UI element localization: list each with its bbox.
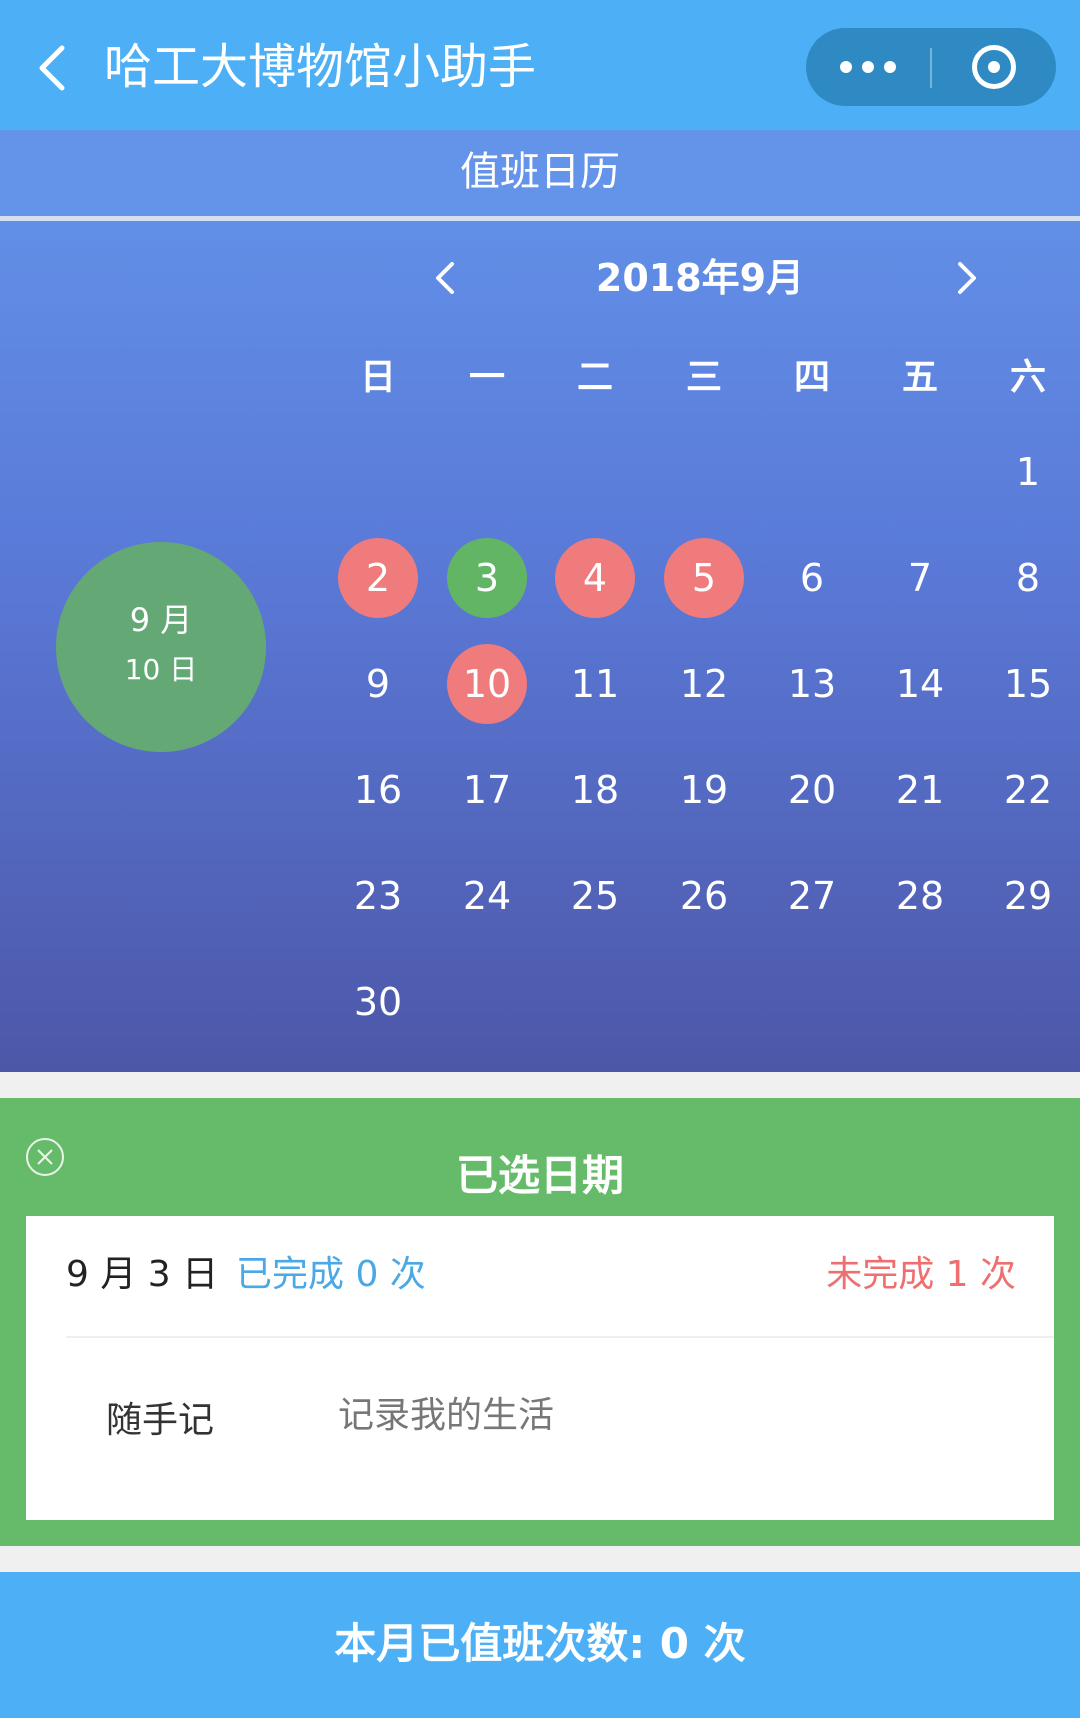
chevron-right-icon: [958, 262, 976, 294]
calendar-day[interactable]: 17: [447, 750, 527, 830]
selected-date-panel: 已选日期 9 月 3 日 已完成 0 次 未完成 1 次 随手记: [0, 1098, 1080, 1546]
calendar-day[interactable]: 12: [664, 644, 744, 724]
weekday-thu: 四: [793, 357, 830, 398]
prev-month-button[interactable]: [426, 248, 466, 308]
calendar-day[interactable]: 21: [880, 750, 960, 830]
calendar-day[interactable]: 16: [338, 750, 418, 830]
calendar-day[interactable]: 8: [988, 538, 1068, 618]
chevron-left-icon: [436, 262, 454, 294]
calendar-day[interactable]: 27: [772, 856, 852, 936]
calendar-day[interactable]: 18: [555, 750, 635, 830]
calendar-title: 值班日历: [460, 149, 620, 195]
calendar-day[interactable]: 13: [772, 644, 852, 724]
calendar-day[interactable]: 20: [772, 750, 852, 830]
calendar-day[interactable]: 19: [664, 750, 744, 830]
calendar-day[interactable]: 29: [988, 856, 1068, 936]
weekday-sun: 日: [359, 357, 396, 398]
calendar-day[interactable]: 24: [447, 856, 527, 936]
selected-date-card: 9 月 3 日 已完成 0 次 未完成 1 次 随手记: [26, 1216, 1054, 1520]
current-month-label: 9 月: [129, 601, 193, 639]
uncompleted-count: 未完成 1 次: [826, 1254, 1016, 1295]
calendar-day[interactable]: 6: [772, 538, 852, 618]
calendar-day[interactable]: 7: [880, 538, 960, 618]
weekday-sat: 六: [1009, 357, 1046, 398]
menu-capsule: [806, 28, 1056, 106]
monthly-summary-bar: 本月已值班次数: 0 次: [0, 1572, 1080, 1718]
calendar-day[interactable]: 11: [555, 644, 635, 724]
calendar-day[interactable]: 30: [338, 962, 418, 1042]
calendar-day[interactable]: 1: [988, 432, 1068, 512]
completed-count: 已完成 0 次: [236, 1254, 426, 1295]
calendar-day[interactable]: 28: [880, 856, 960, 936]
calendar-day[interactable]: 4: [555, 538, 635, 618]
note-input[interactable]: [338, 1384, 998, 1446]
calendar-header: 值班日历: [0, 130, 1080, 216]
calendar-day[interactable]: 22: [988, 750, 1068, 830]
note-label: 随手记: [106, 1400, 215, 1441]
current-day-label: 10 日: [124, 653, 198, 686]
calendar-day[interactable]: 15: [988, 644, 1068, 724]
monthly-duty-count: 本月已值班次数: 0 次: [334, 1619, 746, 1668]
calendar-day[interactable]: 26: [664, 856, 744, 936]
back-button[interactable]: [30, 38, 80, 98]
selected-date-label: 9 月 3 日: [66, 1254, 219, 1295]
calendar-day[interactable]: 2: [338, 538, 418, 618]
calendar-day[interactable]: 14: [880, 644, 960, 724]
target-icon: [972, 45, 1016, 89]
next-month-button[interactable]: [946, 248, 986, 308]
calendar-section: 值班日历 2018年9月 日 一 二 三 四 五 六 1 2 3 4 5 6 7 8 9 10 11…: [0, 130, 1080, 1072]
card-divider: [66, 1336, 1054, 1338]
header-divider: [0, 216, 1080, 221]
calendar-day[interactable]: 10: [447, 644, 527, 724]
navigation-bar: 哈工大博物馆小助手: [0, 0, 1080, 130]
weekday-wed: 三: [685, 357, 722, 398]
calendar-day[interactable]: 3: [447, 538, 527, 618]
calendar-day[interactable]: 23: [338, 856, 418, 936]
calendar-day[interactable]: 25: [555, 856, 635, 936]
close-miniprogram-button[interactable]: [932, 28, 1056, 106]
app-title: 哈工大博物馆小助手: [104, 39, 537, 95]
current-date-badge: 9 月 10 日: [56, 542, 266, 752]
calendar-day[interactable]: 9: [338, 644, 418, 724]
weekday-tue: 二: [576, 357, 613, 398]
selected-panel-title: 已选日期: [455, 1151, 624, 1200]
weekday-mon: 一: [468, 357, 505, 398]
month-title: 2018年9月: [595, 256, 805, 300]
chevron-left-icon: [39, 45, 65, 91]
weekday-fri: 五: [901, 357, 938, 398]
calendar-day[interactable]: 5: [664, 538, 744, 618]
more-button[interactable]: [806, 28, 930, 106]
